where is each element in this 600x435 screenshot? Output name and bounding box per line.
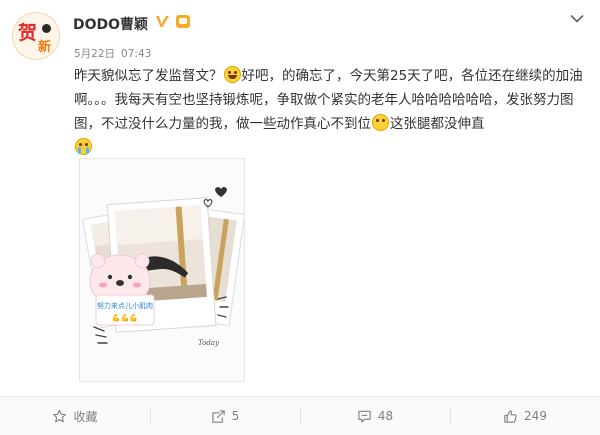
avatar-glyph: 新 <box>38 40 52 55</box>
post-timestamp[interactable]: 5月22日 07:43 <box>74 46 151 61</box>
author-name[interactable]: DODO曹颖 <box>73 14 148 34</box>
crying-emoji-icon <box>75 138 92 155</box>
sticker-emoji: 💪💪💪 <box>112 313 138 322</box>
repost-count: 5 <box>231 409 240 423</box>
like-button[interactable]: 249 <box>450 397 600 435</box>
favorite-button[interactable]: 收藏 <box>0 397 150 435</box>
laughing-emoji-icon <box>223 66 241 83</box>
post-date: 5月22日 <box>74 48 116 60</box>
author-avatar[interactable]: 贺 新 <box>12 12 60 60</box>
member-badge-icon[interactable] <box>176 15 190 28</box>
like-icon <box>504 409 517 423</box>
post-text-part: 这张腿都没伸直 <box>390 116 485 132</box>
comment-button[interactable]: 48 <box>300 397 450 435</box>
avatar-glyph: 贺 <box>18 22 38 44</box>
post-time: 07:43 <box>121 48 152 60</box>
comment-icon <box>358 410 371 422</box>
repost-button[interactable]: 5 <box>150 397 300 435</box>
comment-count: 48 <box>377 409 394 423</box>
like-count: 249 <box>524 409 547 423</box>
favorite-label: 收藏 <box>73 409 98 424</box>
post-image[interactable]: 努力来点儿小肌肉 💪💪💪 Today <box>79 158 245 382</box>
post-text-part: 昨天貌似忘了发监督文？ <box>74 68 223 84</box>
polaroid-photo-collage: 努力来点儿小肌肉 💪💪💪 Today <box>82 187 244 347</box>
verified-v-icon <box>156 16 169 27</box>
post-action-bar: 收藏 5 48 249 <box>0 396 600 435</box>
post-text: 昨天貌似忘了发监督文？ 好吧，的确忘了，今天第25天了吧，各位还在继续的加油啊。。… <box>74 64 584 160</box>
chevron-down-icon[interactable] <box>570 14 584 24</box>
repost-icon <box>211 409 225 423</box>
star-icon <box>53 409 67 422</box>
photo-signature: Today <box>198 339 220 347</box>
sticker-caption: 努力来点儿小肌肉 <box>97 301 153 310</box>
cheeky-emoji-icon <box>372 114 389 131</box>
